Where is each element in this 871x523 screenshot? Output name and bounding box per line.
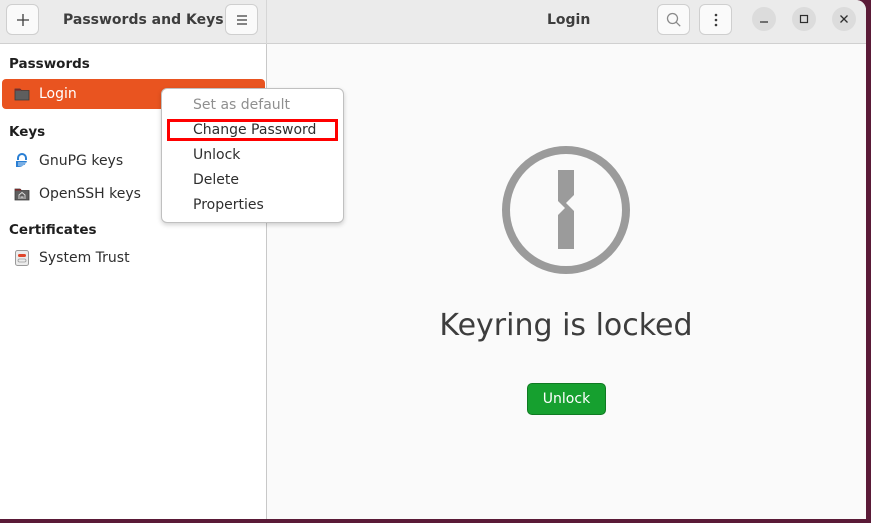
section-certificates: Certificates: [9, 222, 97, 238]
content-title: Login: [547, 12, 591, 28]
hamburger-icon: [236, 14, 247, 25]
maximize-button[interactable]: [792, 7, 816, 31]
folder-icon: [13, 85, 31, 103]
header-divider: [266, 0, 267, 44]
plus-icon: [16, 13, 29, 26]
menu-item-unlock[interactable]: Unlock: [193, 147, 240, 163]
sidebar-item-label: OpenSSH keys: [39, 186, 141, 202]
menu-item-set-as-default[interactable]: Set as default: [193, 97, 290, 113]
more-options-button[interactable]: [699, 4, 732, 35]
header-bar: Passwords and Keys Login: [0, 0, 866, 44]
sidebar-title: Passwords and Keys: [63, 12, 224, 28]
minimize-icon: [760, 21, 768, 23]
certificate-icon: [13, 249, 31, 267]
section-keys: Keys: [9, 124, 46, 140]
passwords-and-keys-window: Passwords and Keys Login Passwords Login: [0, 0, 866, 519]
highlight-annotation-box: [167, 119, 338, 141]
maximize-icon: [799, 14, 809, 24]
search-button[interactable]: [657, 4, 690, 35]
search-icon: [666, 12, 681, 27]
ssh-folder-icon: [13, 185, 31, 203]
unlock-button[interactable]: Unlock: [527, 383, 606, 415]
menu-item-delete[interactable]: Delete: [193, 172, 239, 188]
keyhole-lock-icon: [501, 145, 631, 279]
close-icon: [840, 15, 848, 23]
add-button[interactable]: [6, 4, 39, 35]
close-button[interactable]: [832, 7, 856, 31]
gnupg-icon: [13, 152, 31, 170]
menu-item-properties[interactable]: Properties: [193, 197, 264, 213]
main-menu-button[interactable]: [225, 4, 258, 35]
keyring-locked-message: Keyring is locked: [439, 308, 693, 343]
sidebar-item-label: GnuPG keys: [39, 153, 124, 169]
sidebar-item-label: System Trust: [39, 250, 130, 266]
minimize-button[interactable]: [752, 7, 776, 31]
sidebar-item-label: Login: [39, 86, 77, 102]
vertical-dots-icon: [714, 13, 717, 26]
context-menu: Set as default Change Password Unlock De…: [161, 88, 344, 223]
sidebar-item-system-trust[interactable]: System Trust: [2, 243, 265, 273]
section-passwords: Passwords: [9, 56, 90, 72]
